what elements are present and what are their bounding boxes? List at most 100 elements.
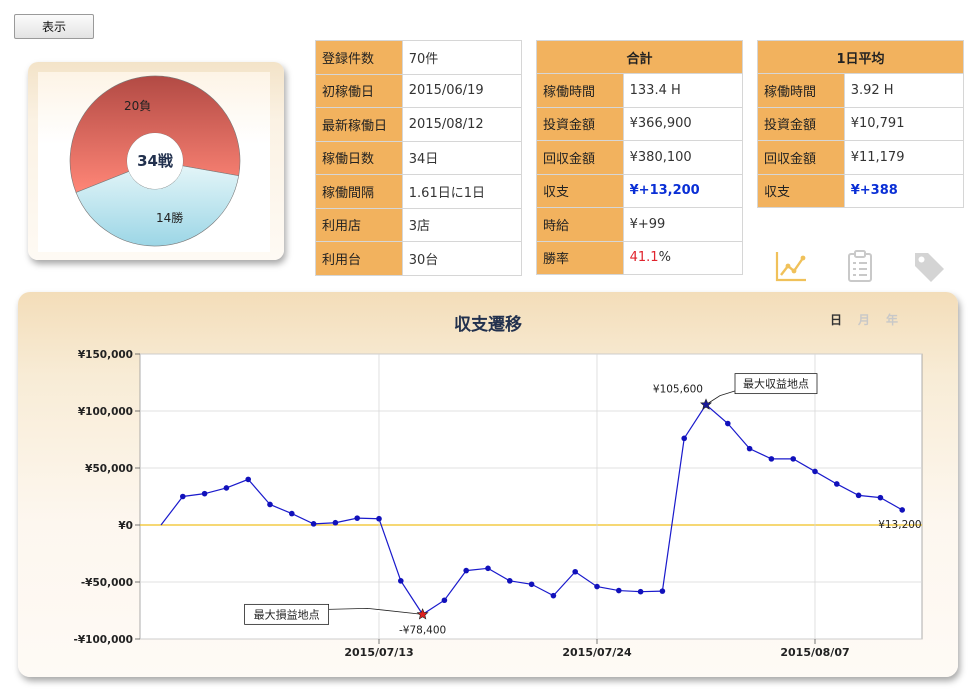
row-value: 30台 (401, 241, 523, 276)
y-tick-label: ¥0 (118, 520, 133, 532)
data-point (245, 476, 251, 483)
table-row: 収支 ¥+13,200 (536, 173, 744, 208)
registration-table: 登録件数 70件 初稼働日 2015/06/19 最新稼働日 2015/08/12 稼… (315, 40, 523, 276)
row-key: 利用台 (315, 241, 403, 276)
table-row: 投資金額 ¥366,900 (536, 106, 744, 141)
row-key: 最新稼働日 (315, 107, 403, 142)
daily-average-table-header: 1日平均 (757, 40, 964, 74)
total-table-header: 合計 (536, 40, 743, 74)
profit-amount: +13,200 (638, 183, 700, 199)
table-row: 稼働日数 34日 (315, 140, 523, 175)
show-button[interactable]: 表示 (14, 14, 94, 39)
balance-trend-card: 収支遷移 日 月 年 ¥150,000 ¥100,000 ¥50,000 ¥0 -¥50… (18, 292, 958, 677)
row-key: 回収金額 (536, 140, 624, 175)
y-tick-label: -¥100,000 (74, 634, 134, 646)
data-point (746, 445, 753, 452)
row-value: ¥+99 (622, 207, 744, 242)
table-row: 稼働時間 133.4 H (536, 73, 744, 108)
last-value-label: ¥13,200 (878, 519, 921, 531)
x-tick-label: 2015/08/07 (780, 646, 849, 659)
row-value: 70件 (401, 40, 523, 75)
y-tick-label: ¥150,000 (78, 349, 133, 361)
row-value: ¥10,791 (843, 106, 965, 141)
data-point (398, 578, 404, 584)
data-point (528, 581, 535, 588)
data-point (376, 515, 382, 522)
table-row: 回収金額 ¥11,179 (757, 140, 965, 175)
win-label: 14勝 (156, 210, 183, 225)
min-callout-label: 最大損益地点 (254, 607, 320, 621)
data-point (899, 507, 905, 513)
win-rate-value: 41.1% (622, 240, 744, 275)
data-point (616, 587, 622, 594)
table-row: 最新稼働日 2015/08/12 (315, 107, 523, 142)
y-tick-label: ¥100,000 (78, 406, 133, 418)
currency-prefix: ¥ (629, 183, 639, 199)
data-point (812, 468, 818, 475)
clipboard-icon[interactable] (842, 248, 878, 284)
row-key: 稼働間隔 (315, 174, 403, 209)
data-point (572, 568, 578, 575)
data-point (681, 435, 687, 442)
row-key: 勝率 (536, 240, 624, 275)
data-point (289, 510, 295, 517)
data-point (180, 493, 186, 500)
max-callout-label: 最大収益地点 (743, 377, 809, 391)
row-value: 1.61日に1日 (401, 174, 523, 209)
min-value-label: -¥78,400 (399, 624, 446, 636)
data-point (463, 567, 470, 574)
table-row: 利用台 30台 (315, 241, 523, 276)
data-point (637, 588, 644, 595)
table-row: 投資金額 ¥10,791 (757, 106, 965, 141)
profit-value: ¥+388 (843, 173, 965, 208)
table-row: 初稼働日 2015/06/19 (315, 73, 523, 108)
win-rate-suffix: % (658, 250, 671, 266)
row-value: 34日 (401, 140, 523, 175)
table-row: 回収金額 ¥380,100 (536, 140, 744, 175)
win-loss-card: 34戦 20負 14勝 (28, 62, 284, 260)
win-loss-donut-chart: 34戦 20負 14勝 (69, 75, 241, 247)
row-key: 投資金額 (536, 106, 624, 141)
data-point (834, 481, 840, 487)
x-tick-label: 2015/07/24 (562, 646, 632, 659)
table-row: 収支 ¥+388 (757, 173, 965, 208)
line-chart-icon[interactable] (773, 248, 809, 284)
data-point (223, 485, 230, 491)
table-row: 稼働間隔 1.61日に1日 (315, 174, 523, 209)
data-point (485, 565, 491, 572)
data-point (855, 492, 862, 499)
table-row: 稼働時間 3.92 H (757, 73, 965, 108)
data-point (768, 456, 775, 462)
data-point (877, 494, 884, 501)
tag-icon[interactable] (911, 248, 947, 284)
win-rate-number: 41.1 (629, 250, 659, 266)
table-row: 登録件数 70件 (315, 40, 523, 75)
lose-label: 20負 (124, 99, 151, 113)
row-key: 時給 (536, 207, 624, 242)
row-key: 初稼働日 (315, 73, 403, 108)
row-key: 投資金額 (757, 106, 845, 141)
donut-center-label: 34戦 (137, 152, 174, 170)
currency-prefix: ¥ (850, 183, 860, 199)
row-value: 133.4 H (622, 73, 744, 108)
data-point (507, 578, 513, 584)
table-row: 利用店 3店 (315, 207, 523, 242)
row-key: 稼働日数 (315, 140, 403, 175)
row-key: 収支 (536, 173, 624, 208)
row-key: 稼働時間 (757, 73, 845, 108)
row-value: ¥366,900 (622, 106, 744, 141)
row-value: 3.92 H (843, 73, 965, 108)
data-point (790, 456, 796, 462)
row-value: 2015/08/12 (401, 107, 523, 142)
y-tick-label: -¥50,000 (81, 577, 133, 589)
row-value: 3店 (401, 207, 523, 242)
row-value: 2015/06/19 (401, 73, 523, 108)
y-tick-label: ¥50,000 (85, 463, 133, 475)
profit-amount: +388 (859, 183, 898, 199)
profit-value: ¥+13,200 (622, 173, 744, 208)
balance-line-chart: ¥150,000 ¥100,000 ¥50,000 ¥0 -¥50,000 -¥100,0… (74, 349, 923, 659)
data-point (332, 519, 339, 526)
data-point (267, 501, 273, 508)
row-key: 登録件数 (315, 40, 403, 75)
data-point (725, 420, 731, 427)
